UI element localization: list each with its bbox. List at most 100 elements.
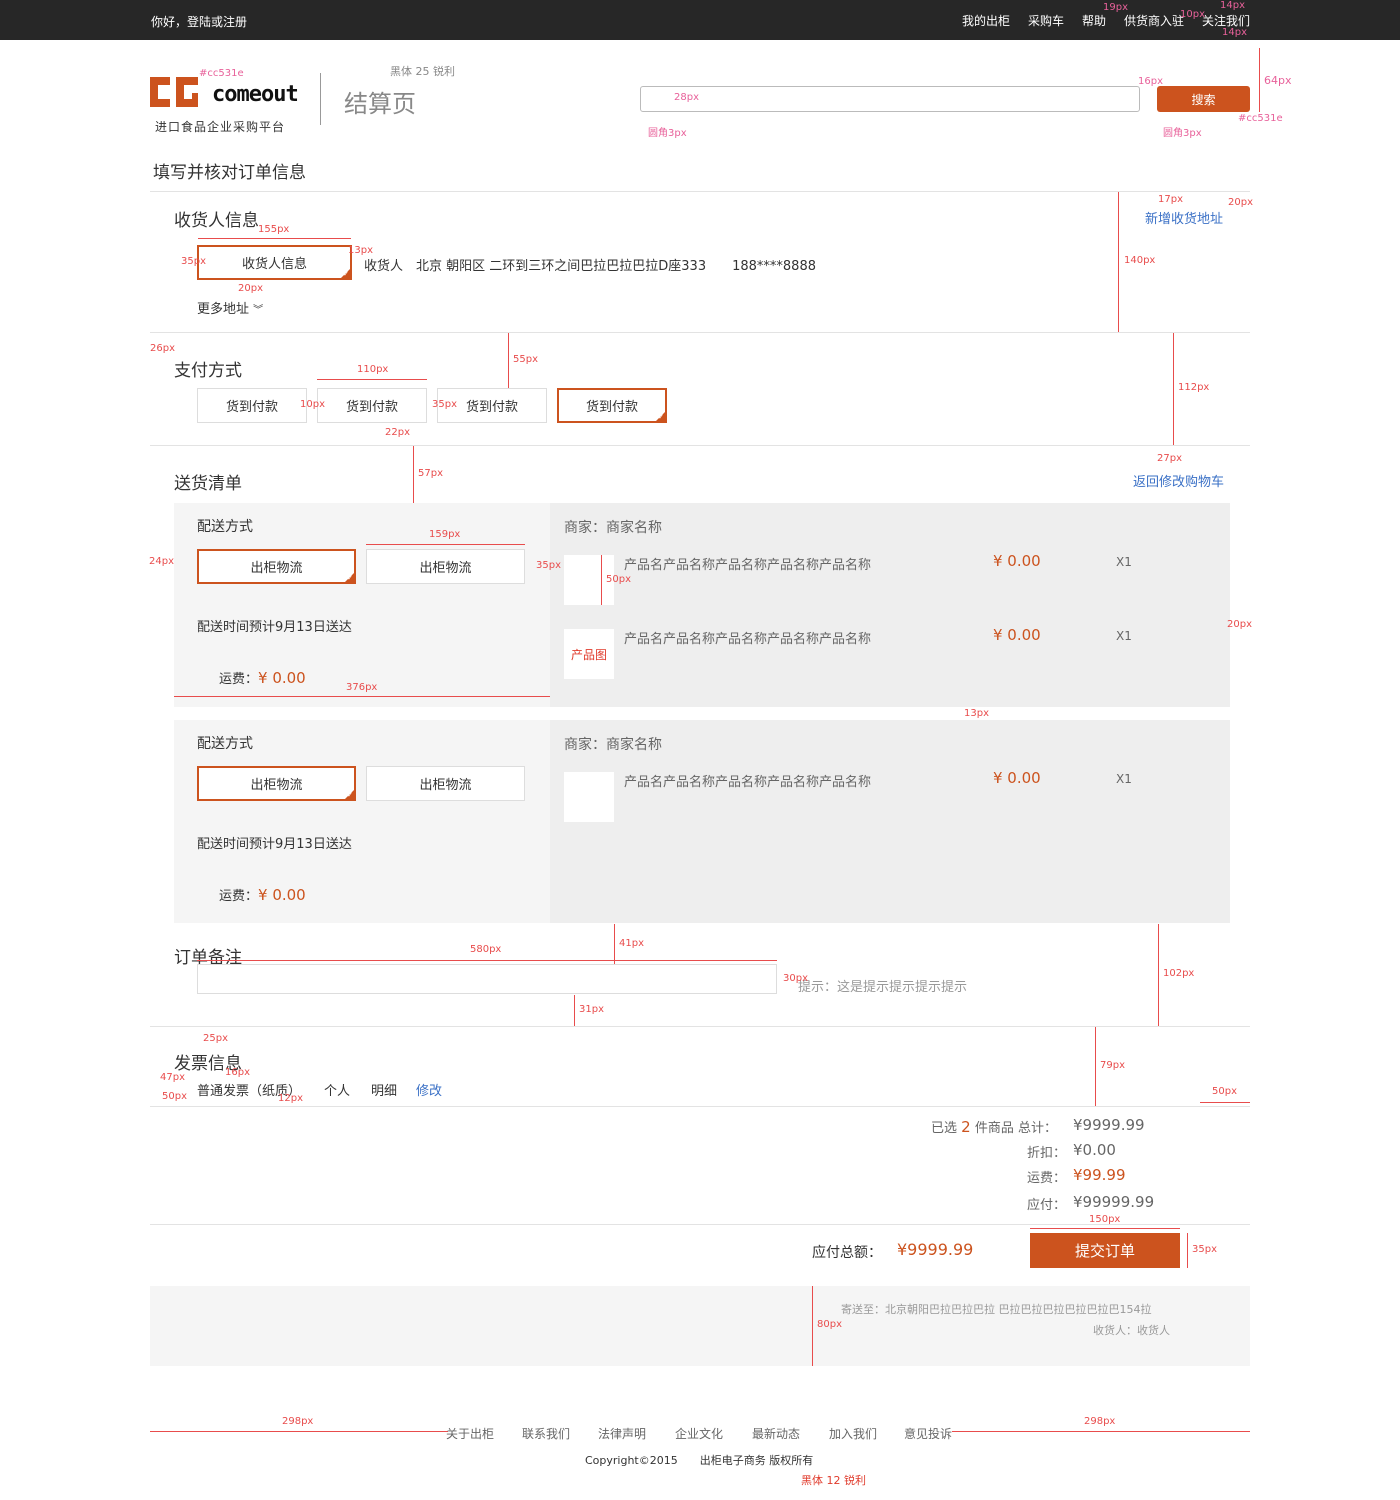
dim-annotation: 20px [1227,619,1252,630]
product-thumbnail[interactable] [564,772,614,822]
ship-to-address: 寄送至：北京朝阳巴拉巴拉巴拉 巴拉巴拉巴拉巴拉巴拉巴154拉 [841,1303,1152,1316]
login-register-link[interactable]: 你好，登陆或注册 [151,13,247,30]
measure-line [366,544,525,545]
footer-link-feedback[interactable]: 意见投诉 [904,1425,952,1442]
delivery-option-selected[interactable]: 出柜物流 ✓ [197,549,356,584]
receiver-address: 收货人 北京 朝阳区 二环到三环之间巴拉巴拉巴拉D座333 188****888… [364,259,816,274]
receiver-option-selected[interactable]: 收货人信息 ✓ [197,245,352,280]
product-qty: X1 [1116,629,1132,643]
payment-option-2[interactable]: 货到付款 [317,388,427,423]
measure-line [601,555,602,605]
measure-line [1030,1228,1180,1229]
search-input[interactable] [640,86,1140,112]
dim-annotation: 57px [418,468,443,479]
footer-link-join[interactable]: 加入我们 [829,1425,877,1442]
divider [150,332,1250,333]
payment-option-1[interactable]: 货到付款 [197,388,307,423]
radius-annotation: 圆角3px [1163,128,1202,139]
nav-cart[interactable]: 采购车 [1028,12,1064,29]
product-thumbnail[interactable]: 产品图 [564,629,614,679]
nav-supplier-join[interactable]: 供货商入驻 [1124,12,1184,29]
dim-annotation: 580px [470,944,502,955]
delivery-option[interactable]: 出柜物流 [366,549,525,584]
check-icon: ✓ [343,270,349,278]
add-address-link[interactable]: 新增收货地址 [1145,208,1223,227]
measure-line [1118,192,1119,332]
footer-link-about[interactable]: 关于出柜 [446,1425,494,1442]
check-icon: ✓ [658,413,664,421]
copyright: Copyright©2015 出柜电子商务 版权所有 [585,1454,814,1467]
measure-line [574,995,575,1026]
dim-annotation: 112px [1178,382,1210,393]
dim-annotation: 35px [432,399,457,410]
dim-annotation: 27px [1157,453,1182,464]
font-annotation: 黑体 12 锐利 [801,1474,866,1487]
dim-annotation: 298px [1084,1416,1116,1427]
product-name[interactable]: 产品名产品名称产品名称产品名称产品名称 [624,771,871,790]
delivery-method-title: 配送方式 [197,736,253,752]
more-address-toggle[interactable]: 更多地址 ︾ [197,298,263,317]
order-remark-input[interactable] [197,964,777,994]
shipping-fee-label: 运费： [219,672,259,687]
payment-section-title: 支付方式 [174,361,242,381]
back-to-cart-link[interactable]: 返回修改购物车 [1133,471,1224,490]
divider [150,191,1250,192]
color-annotation: #cc531e [1238,113,1283,124]
invoice-target: 个人 [324,1084,351,1099]
nav-my-account[interactable]: 我的出柜 [962,12,1010,29]
dim-annotation: 79px [1100,1060,1125,1071]
selected-suffix: 件商品 总计： [974,1121,1057,1136]
footer-link-culture[interactable]: 企业文化 [675,1425,723,1442]
measure-line [1158,924,1159,1026]
measure-line [1095,1027,1096,1106]
measure-line [1200,1102,1250,1103]
delivery-section-title: 送货清单 [174,474,242,494]
consignee-name: 收货人：收货人 [1093,1324,1170,1337]
product-name[interactable]: 产品名产品名称产品名称产品名称产品名称 [624,628,871,647]
invoice-edit-link[interactable]: 修改 [416,1080,442,1099]
delivery-option-selected[interactable]: 出柜物流 ✓ [197,766,356,801]
product-name[interactable]: 产品名产品名称产品名称产品名称产品名称 [624,554,871,573]
footer-link-legal[interactable]: 法律声明 [598,1425,646,1442]
payable-label: 应付： [1027,1198,1067,1213]
delivery-option[interactable]: 出柜物流 [366,766,525,801]
nav-help[interactable]: 帮助 [1082,12,1106,29]
search-button[interactable]: 搜索 [1157,86,1250,112]
dim-annotation: 110px [357,364,389,375]
shipping-fee-label: 运费： [219,889,259,904]
dim-annotation: 22px [385,427,410,438]
dim-annotation: 35px [1192,1244,1217,1255]
dim-annotation: 80px [817,1319,842,1330]
dim-annotation: 50px [1212,1086,1237,1097]
dim-annotation: 20px [238,283,263,294]
dim-annotation: 26px [150,343,175,354]
logo-icon[interactable] [150,73,200,109]
brand-wordmark: comeout [212,82,299,107]
dim-annotation: 25px [203,1033,228,1044]
dim-annotation: 24px [149,556,174,567]
footer-link-news[interactable]: 最新动态 [752,1425,800,1442]
dim-annotation: 14px [1220,0,1245,11]
shipping-fee-value: ¥ 0.00 [258,669,306,687]
check-icon: ✓ [347,791,353,799]
dim-annotation: 298px [282,1416,314,1427]
dim-annotation: 19px [1103,2,1128,13]
product-qty: X1 [1116,555,1132,569]
product-price: ¥ 0.00 [993,626,1041,644]
receiver-option-label: 收货人信息 [241,257,307,272]
dim-annotation: 41px [619,938,644,949]
grand-total-label: 应付总额： [812,1245,882,1261]
measure-line [508,333,509,388]
delivery-option-label: 出柜物流 [250,561,303,576]
payable-value: ¥99999.99 [1073,1193,1155,1211]
submit-order-button[interactable]: 提交订单 [1030,1233,1180,1268]
top-bar: 你好，登陆或注册 我的出柜 采购车 帮助 供货商入驻 关注我们 [0,0,1400,40]
dim-annotation: 17px [1158,194,1183,205]
check-icon: ✓ [347,574,353,582]
dim-annotation: 102px [1163,968,1195,979]
dim-annotation: 10px [300,399,325,410]
payment-option-selected[interactable]: 货到付款 ✓ [557,388,667,423]
selected-count: 2 [961,1118,971,1136]
dim-annotation: 20px [1228,197,1253,208]
footer-link-contact[interactable]: 联系我们 [522,1425,570,1442]
